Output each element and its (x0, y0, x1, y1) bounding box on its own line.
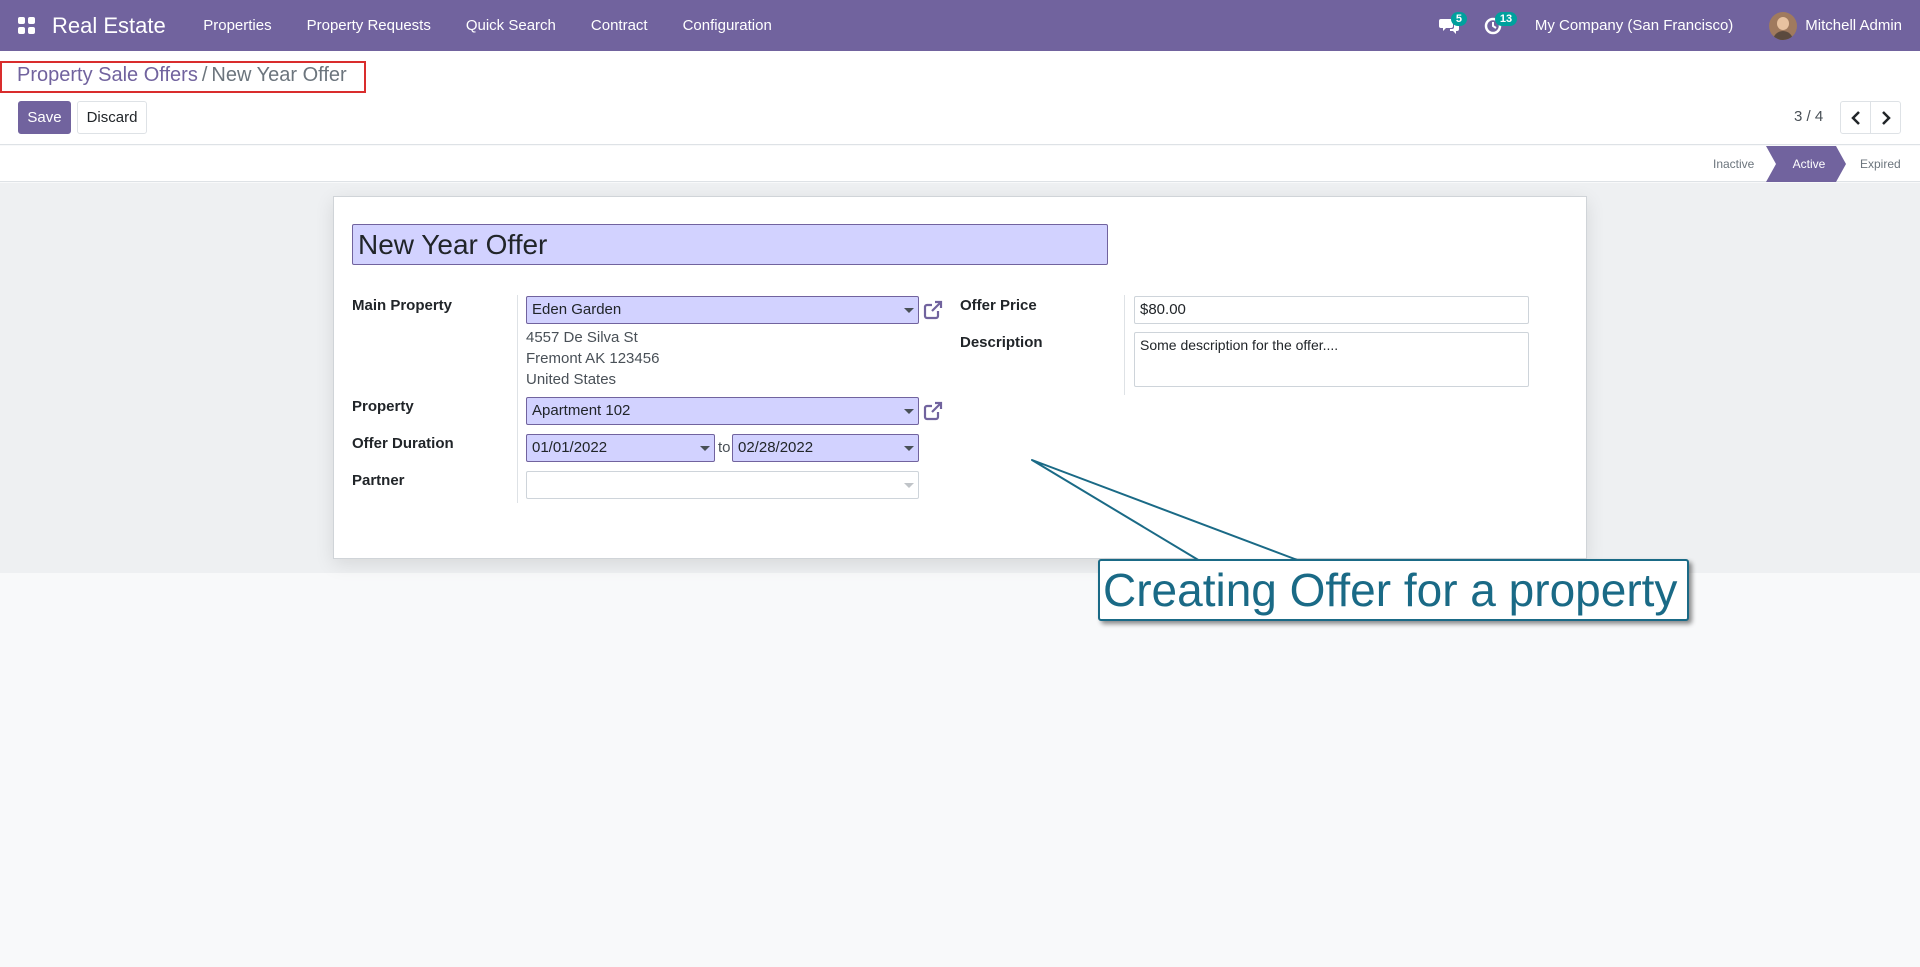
address-line-3: United States (526, 371, 617, 388)
chevron-down-icon (904, 446, 914, 451)
description-textarea[interactable]: Some description for the offer.... (1134, 332, 1529, 387)
offer-name-input[interactable]: New Year Offer (352, 224, 1108, 265)
property-value: Apartment 102 (532, 402, 631, 419)
breadcrumb-current: New Year Offer (211, 64, 347, 86)
messaging-button[interactable]: 5 (1427, 0, 1471, 51)
stage-inactive[interactable]: Inactive (1713, 146, 1754, 182)
discard-button[interactable]: Discard (77, 101, 147, 134)
save-button[interactable]: Save (18, 101, 71, 134)
offer-price-input[interactable]: $80.00 (1134, 296, 1529, 324)
pager-next-button[interactable] (1870, 101, 1901, 134)
activities-count-badge: 13 (1494, 12, 1518, 26)
user-menu[interactable]: Mitchell Admin (1753, 11, 1920, 40)
chevron-left-icon (1850, 110, 1860, 125)
app-name[interactable]: Real Estate (52, 13, 166, 39)
partner-label: Partner (352, 472, 405, 489)
chevron-down-icon (700, 446, 710, 451)
apps-menu-icon[interactable] (0, 0, 52, 51)
top-navbar: Real Estate Properties Property Requests… (0, 0, 1920, 51)
pager-value[interactable]: 3 / 4 (1794, 108, 1823, 125)
external-link-icon[interactable] (922, 299, 944, 321)
description-label: Description (960, 334, 1043, 351)
breadcrumb-parent-link[interactable]: Property Sale Offers (17, 64, 198, 86)
left-group-divider (517, 295, 518, 503)
control-panel: Property Sale Offers / New Year Offer Save… (0, 51, 1920, 145)
main-property-value: Eden Garden (532, 301, 622, 318)
offer-duration-label: Offer Duration (352, 435, 454, 452)
annotation-callout: Creating Offer for a property (1098, 559, 1689, 621)
annotation-text: Creating Offer for a property (1103, 564, 1678, 616)
address-line-2: Fremont AK 123456 (526, 350, 660, 367)
company-switcher[interactable]: My Company (San Francisco) (1515, 17, 1753, 34)
stage-active[interactable]: Active (1774, 146, 1844, 182)
main-property-select[interactable]: Eden Garden (526, 296, 919, 324)
activities-button[interactable]: 13 (1471, 0, 1518, 51)
menu-quick-search[interactable]: Quick Search (448, 0, 573, 51)
statusbar: Inactive Active Expired (0, 146, 1920, 182)
external-link-icon[interactable] (922, 400, 944, 422)
form-sheet: New Year Offer Main Property Eden Garden… (333, 196, 1587, 559)
property-label: Property (352, 398, 414, 415)
messages-count-badge: 5 (1450, 12, 1468, 26)
pager-previous-button[interactable] (1840, 101, 1871, 134)
offer-price-label: Offer Price (960, 297, 1037, 314)
chevron-down-icon (904, 308, 914, 313)
breadcrumb-separator: / (201, 64, 208, 86)
menu-contract[interactable]: Contract (573, 0, 665, 51)
offer-start-date-value: 01/01/2022 (532, 439, 608, 456)
avatar (1769, 11, 1798, 40)
stage-expired[interactable]: Expired (1860, 146, 1901, 182)
menu-configuration[interactable]: Configuration (665, 0, 789, 51)
menu-property-requests[interactable]: Property Requests (289, 0, 448, 51)
property-select[interactable]: Apartment 102 (526, 397, 919, 425)
right-group-divider (1124, 295, 1125, 395)
chevron-right-icon (1881, 110, 1891, 125)
offer-end-date-value: 02/28/2022 (738, 439, 814, 456)
partner-select[interactable] (526, 471, 919, 499)
date-range-separator: to (718, 439, 731, 456)
user-name: Mitchell Admin (1805, 17, 1902, 34)
breadcrumb: Property Sale Offers / New Year Offer (17, 64, 347, 87)
main-property-label: Main Property (352, 297, 453, 314)
chevron-down-icon (904, 409, 914, 414)
menu-properties[interactable]: Properties (186, 0, 289, 51)
offer-start-date-input[interactable]: 01/01/2022 (526, 434, 715, 462)
chevron-down-icon (904, 483, 914, 488)
offer-end-date-input[interactable]: 02/28/2022 (732, 434, 919, 462)
address-line-1: 4557 De Silva St (526, 329, 638, 346)
